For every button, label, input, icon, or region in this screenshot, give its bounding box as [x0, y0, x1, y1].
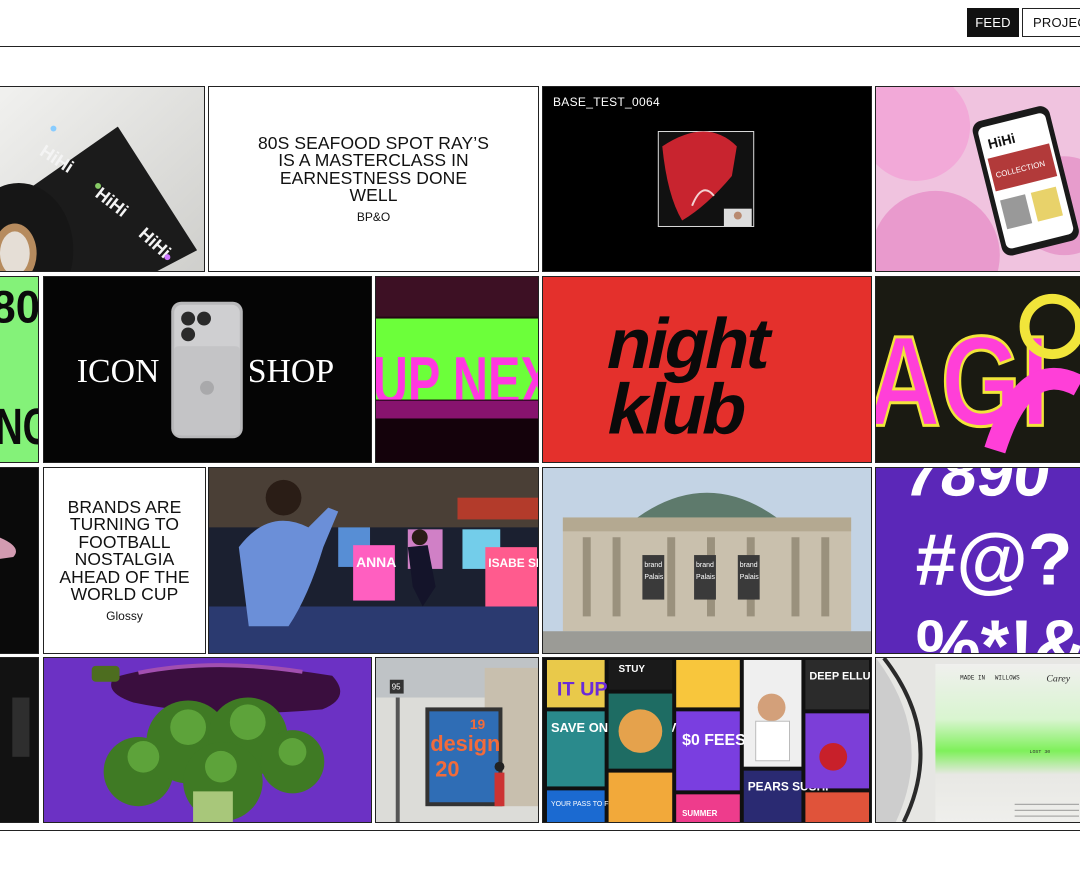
top-bar	[0, 0, 1080, 47]
feed-tile-grand-palais[interactable]: brand Palais brand Palais brand Palais	[542, 467, 872, 654]
feed-tile-broccoli[interactable]	[43, 657, 372, 823]
poster-collage-image: IT UP SAVE ON YOUR FAVES YOUR PASS TO FU…	[543, 658, 871, 822]
feed-tile-design-poster[interactable]: 95 19 design 20	[375, 657, 539, 823]
paper-gradient-image: MADE IN WILLOWS Carey LOST 30	[876, 658, 1080, 822]
banner-1b: Palais	[644, 574, 663, 581]
feed-tile-hihi-phone[interactable]: HiHi COLLECTION	[875, 86, 1080, 272]
icon-shop-image: ICON SHOP	[44, 277, 371, 462]
paper-willows: WILLOWS	[995, 675, 1020, 682]
banner-2: brand	[696, 562, 714, 569]
glyph-row-1: 7890	[900, 468, 1056, 510]
feed-tile-magenta-type[interactable]: AGI	[875, 276, 1080, 463]
collage-stuy: STUY	[619, 664, 646, 675]
feed-tile-night-klub[interactable]: night klub	[542, 276, 872, 463]
feed-tile-dark-portrait[interactable]	[0, 467, 39, 654]
gallery-screens-image: ANNA ISABE SEIFFER	[209, 468, 538, 653]
collage-it-up: IT UP	[557, 679, 608, 701]
feed-tile-article-football[interactable]: BRANDS ARE TURNING TO FOOTBALL NOSTALGIA…	[43, 467, 206, 654]
feed-tile-hihi-tape[interactable]: HiHi HiHi HiHi	[0, 86, 205, 272]
article-source: BP&O	[356, 209, 391, 224]
banner-3b: Palais	[740, 574, 759, 581]
up-next-image: UP NEXT	[376, 277, 538, 462]
klub-word: klub	[601, 370, 754, 449]
green-type-top: 80	[0, 283, 38, 333]
feed-tile-up-next[interactable]: UP NEXT	[375, 276, 539, 463]
feed-tile-paper-gradient[interactable]: MADE IN WILLOWS Carey LOST 30	[875, 657, 1080, 823]
banner-1: brand	[644, 562, 662, 569]
feed-tile-base-test[interactable]: BASE_TEST_0064	[542, 86, 872, 272]
phone-on-pink-image: HiHi COLLECTION	[876, 87, 1080, 271]
green-type-mid: NCE	[0, 398, 38, 456]
broccoli-eggplant-image	[44, 658, 371, 822]
banner-3: brand	[740, 562, 758, 569]
article-title: 80S SEAFOOD SPOT RAY’S IS A MASTERCLASS …	[257, 132, 490, 205]
poster-bot: 20	[435, 757, 459, 782]
dark-photo-image	[0, 658, 38, 822]
glyph-row-2: #@?	[916, 519, 1073, 601]
bottom-divider	[0, 830, 1080, 831]
night-klub-image: night klub	[543, 277, 871, 462]
street-sign: 95	[392, 683, 401, 692]
feed-tile-article-rays[interactable]: 80S SEAFOOD SPOT RAY’S IS A MASTERCLASS …	[208, 86, 539, 272]
feed-tile-dark-photo[interactable]	[0, 657, 39, 823]
screen-sign-anna: ANNA	[356, 554, 396, 570]
article-title: BRANDS ARE TURNING TO FOOTBALL NOSTALGIA…	[59, 496, 190, 604]
feed-tile-poster-collage[interactable]: IT UP SAVE ON YOUR FAVES YOUR PASS TO FU…	[542, 657, 872, 823]
collage-deep: DEEP ELLUM	[809, 671, 871, 683]
dark-portrait-image	[0, 468, 38, 653]
feed-tile-purple-glyphs[interactable]: 7890 #@? %*!&	[875, 467, 1080, 654]
purple-glyphs-image: 7890 #@? %*!&	[876, 468, 1080, 653]
feed-tile-gallery-screens[interactable]: ANNA ISABE SEIFFER	[208, 467, 539, 654]
banner-2b: Palais	[696, 574, 715, 581]
poster-mid: design	[430, 731, 500, 756]
design-poster-image: 95 19 design 20	[376, 658, 538, 822]
article-source: Glossy	[106, 608, 143, 623]
paper-small: LOST 30	[1030, 749, 1051, 755]
projects-tab[interactable]: PROJECTS	[1022, 8, 1080, 37]
green-type-image: 80 NCE	[0, 277, 38, 462]
shop-word: SHOP	[248, 353, 334, 390]
paper-made-in: MADE IN	[960, 675, 985, 682]
feed-tab[interactable]: FEED	[967, 8, 1019, 37]
feed-tile-icon-shop[interactable]: ICON SHOP	[43, 276, 372, 463]
glyph-row-3: %*!&	[916, 605, 1080, 653]
base-test-image	[657, 131, 755, 227]
poster-top: 19	[470, 716, 486, 732]
grand-palais-image: brand Palais brand Palais brand Palais	[543, 468, 871, 653]
screen-sign-isabe: ISABE SEIFFER	[488, 556, 538, 570]
icon-word: ICON	[77, 353, 160, 390]
feed-tile-green-type[interactable]: 80 NCE	[0, 276, 39, 463]
tape-roll-image: HiHi HiHi HiHi	[0, 87, 204, 271]
paper-signature: Carey	[1046, 674, 1070, 685]
magenta-type-image: AGI	[876, 277, 1080, 462]
collage-summer: SUMMER	[682, 809, 718, 818]
